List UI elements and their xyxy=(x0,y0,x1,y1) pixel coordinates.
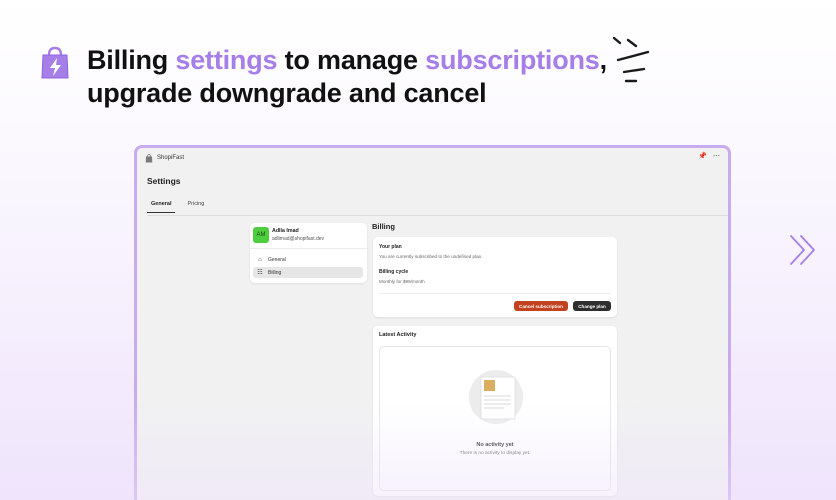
latest-activity-card: Latest Activity No activity yet There is… xyxy=(373,326,617,496)
avatar: AM xyxy=(253,227,269,243)
tabs-divider xyxy=(147,215,728,216)
empty-state-title: No activity yet xyxy=(476,442,514,448)
divider xyxy=(250,248,367,249)
hero-headline: Billing settings to manage subscriptions… xyxy=(87,45,607,108)
billing-cycle-label: Billing cycle xyxy=(379,269,409,275)
empty-state-description: There is no activity to display yet. xyxy=(459,451,531,456)
window-titlebar: ShopiFast 📌 ⋯ xyxy=(137,148,728,168)
headline-accent-settings: settings xyxy=(175,45,278,75)
change-plan-button[interactable]: Change plan xyxy=(573,301,611,311)
sidebar-item-billing[interactable]: ☷ Billing xyxy=(253,267,363,278)
sparkle-lines-icon xyxy=(612,36,650,83)
pin-icon[interactable]: 📌 xyxy=(698,153,707,161)
plan-card: Your plan You are currently subscribed t… xyxy=(373,237,617,317)
sidebar-item-label: Billing xyxy=(268,269,282,276)
app-window: ShopiFast 📌 ⋯ Settings General Pricing A… xyxy=(134,145,731,500)
billing-heading: Billing xyxy=(372,222,395,231)
empty-document-icon xyxy=(469,370,523,424)
shopping-bag-lightning-icon xyxy=(41,46,69,79)
user-email: adlimad@shopifast.dev xyxy=(272,236,325,242)
app-name: ShopiFast xyxy=(157,155,185,161)
sidebar-item-label: General xyxy=(268,256,286,263)
plan-label: Your plan xyxy=(379,244,402,250)
more-icon[interactable]: ⋯ xyxy=(713,153,720,161)
app-logo-icon xyxy=(145,153,153,162)
receipt-icon: ☷ xyxy=(257,270,263,276)
sidebar-item-general[interactable]: ⌂ General xyxy=(253,254,363,265)
settings-tabs: General Pricing xyxy=(147,201,204,213)
tab-general[interactable]: General xyxy=(147,201,176,213)
headline-accent-subscriptions: subscriptions xyxy=(425,45,600,75)
activity-title: Latest Activity xyxy=(379,332,417,338)
divider xyxy=(379,293,611,294)
home-icon: ⌂ xyxy=(258,256,262,263)
billing-cycle-text: Monthly for $99/month xyxy=(379,279,425,284)
page-title: Settings xyxy=(147,176,181,186)
user-name: Adlla Imad xyxy=(272,228,299,234)
profile-nav-card: AM Adlla Imad adlimad@shopifast.dev ⌂ Ge… xyxy=(250,223,367,283)
double-chevron-right-icon xyxy=(790,235,815,265)
plan-text: You are currently subscribed to the unde… xyxy=(379,254,483,259)
tab-pricing[interactable]: Pricing xyxy=(187,201,204,213)
cancel-subscription-button[interactable]: Cancel subscription xyxy=(514,301,568,311)
empty-state: No activity yet There is no activity to … xyxy=(379,346,611,491)
